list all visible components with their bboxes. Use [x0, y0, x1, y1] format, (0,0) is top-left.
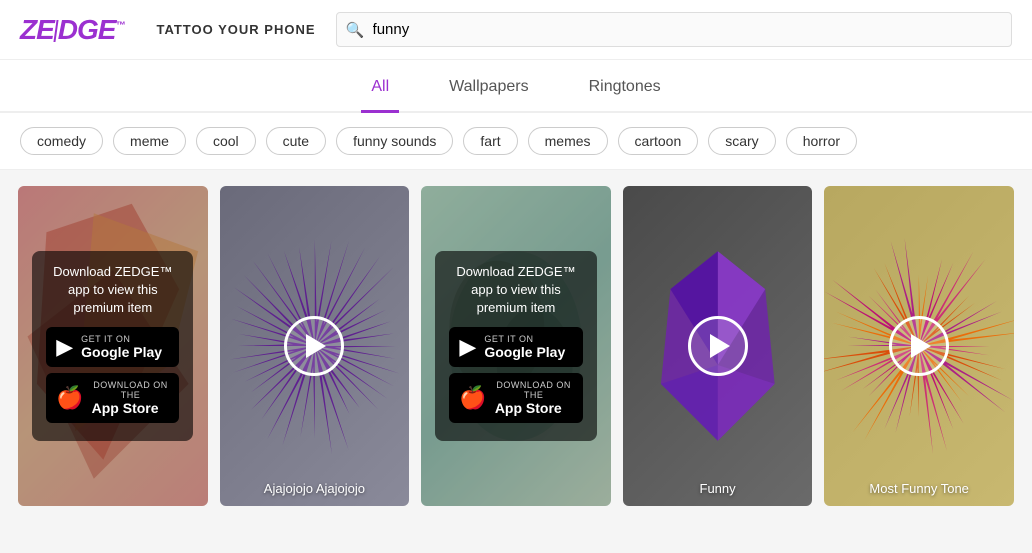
tab-all[interactable]: All — [361, 60, 399, 113]
tag-chip[interactable]: memes — [528, 127, 608, 155]
tab-wallpapers[interactable]: Wallpapers — [439, 60, 538, 113]
premium-text: Download ZEDGE™ app to view this premium… — [46, 263, 179, 318]
play-icon — [306, 334, 326, 358]
premium-overlay: Download ZEDGE™ app to view this premium… — [421, 186, 611, 506]
app-store-button[interactable]: 🍎 Download on the App Store — [449, 373, 582, 423]
tag-chip[interactable]: scary — [708, 127, 775, 155]
google-play-label-small: GET IT ON — [484, 334, 533, 344]
premium-text: Download ZEDGE™ app to view this premium… — [449, 263, 582, 318]
app-store-label-big: App Store — [92, 400, 159, 416]
grid-card[interactable]: Ajajojojo Ajajojojo — [220, 186, 410, 506]
google-play-button[interactable]: ▶ GET IT ON Google Play — [449, 327, 582, 367]
google-play-label-big: Google Play — [81, 344, 162, 360]
app-store-label-big: App Store — [495, 400, 562, 416]
tag-chip[interactable]: comedy — [20, 127, 103, 155]
app-store-label-small: Download on the — [92, 380, 170, 400]
grid-card[interactable]: Download ZEDGE™ app to view this premium… — [18, 186, 208, 506]
premium-box: Download ZEDGE™ app to view this premium… — [32, 251, 193, 442]
grid-card[interactable]: Most Funny Tone — [824, 186, 1014, 506]
tags-row: comedy meme cool cute funny sounds fart memesc… — [0, 113, 1032, 170]
logo-text: ZEDGE™ — [20, 14, 124, 46]
grid-card[interactable]: Funny — [623, 186, 813, 506]
play-button[interactable] — [284, 316, 344, 376]
google-play-icon: ▶ — [56, 334, 73, 360]
apple-icon: 🍎 — [459, 385, 486, 411]
tag-chip[interactable]: cartoon — [618, 127, 699, 155]
tag-chip[interactable]: fart — [463, 127, 517, 155]
play-button[interactable] — [889, 316, 949, 376]
google-play-label-small: GET IT ON — [81, 334, 130, 344]
tagline: TATTOO YOUR PHONE — [156, 22, 315, 37]
play-icon — [710, 334, 730, 358]
header: ZEDGE™ TATTOO YOUR PHONE 🔍 — [0, 0, 1032, 60]
content-grid: Download ZEDGE™ app to view this premium… — [0, 170, 1032, 522]
google-play-icon: ▶ — [459, 334, 476, 360]
tag-chip[interactable]: funny sounds — [336, 127, 453, 155]
play-icon — [911, 334, 931, 358]
tag-chip[interactable]: cute — [266, 127, 326, 155]
card-title: Most Funny Tone — [824, 481, 1014, 496]
logo[interactable]: ZEDGE™ — [20, 14, 124, 46]
nav-tabs: All Wallpapers Ringtones — [0, 60, 1032, 113]
tag-chip[interactable]: meme — [113, 127, 186, 155]
tag-chip[interactable]: horror — [786, 127, 857, 155]
search-input[interactable] — [336, 12, 1012, 47]
app-store-label-small: Download on the — [495, 380, 573, 400]
google-play-button[interactable]: ▶ GET IT ON Google Play — [46, 327, 179, 367]
premium-overlay: Download ZEDGE™ app to view this premium… — [18, 186, 208, 506]
tab-ringtones[interactable]: Ringtones — [579, 60, 671, 113]
card-title: Funny — [623, 481, 813, 496]
apple-icon: 🍎 — [56, 385, 83, 411]
app-store-button[interactable]: 🍎 Download on the App Store — [46, 373, 179, 423]
tag-chip[interactable]: cool — [196, 127, 256, 155]
card-title: Ajajojojo Ajajojojo — [220, 481, 410, 496]
search-icon: 🔍 — [346, 21, 365, 39]
grid-card[interactable]: Download ZEDGE™ app to view this premium… — [421, 186, 611, 506]
search-bar[interactable]: 🔍 — [336, 12, 1012, 47]
play-button[interactable] — [688, 316, 748, 376]
google-play-label-big: Google Play — [484, 344, 565, 360]
logo-tm: ™ — [115, 20, 124, 31]
premium-box: Download ZEDGE™ app to view this premium… — [435, 251, 596, 442]
